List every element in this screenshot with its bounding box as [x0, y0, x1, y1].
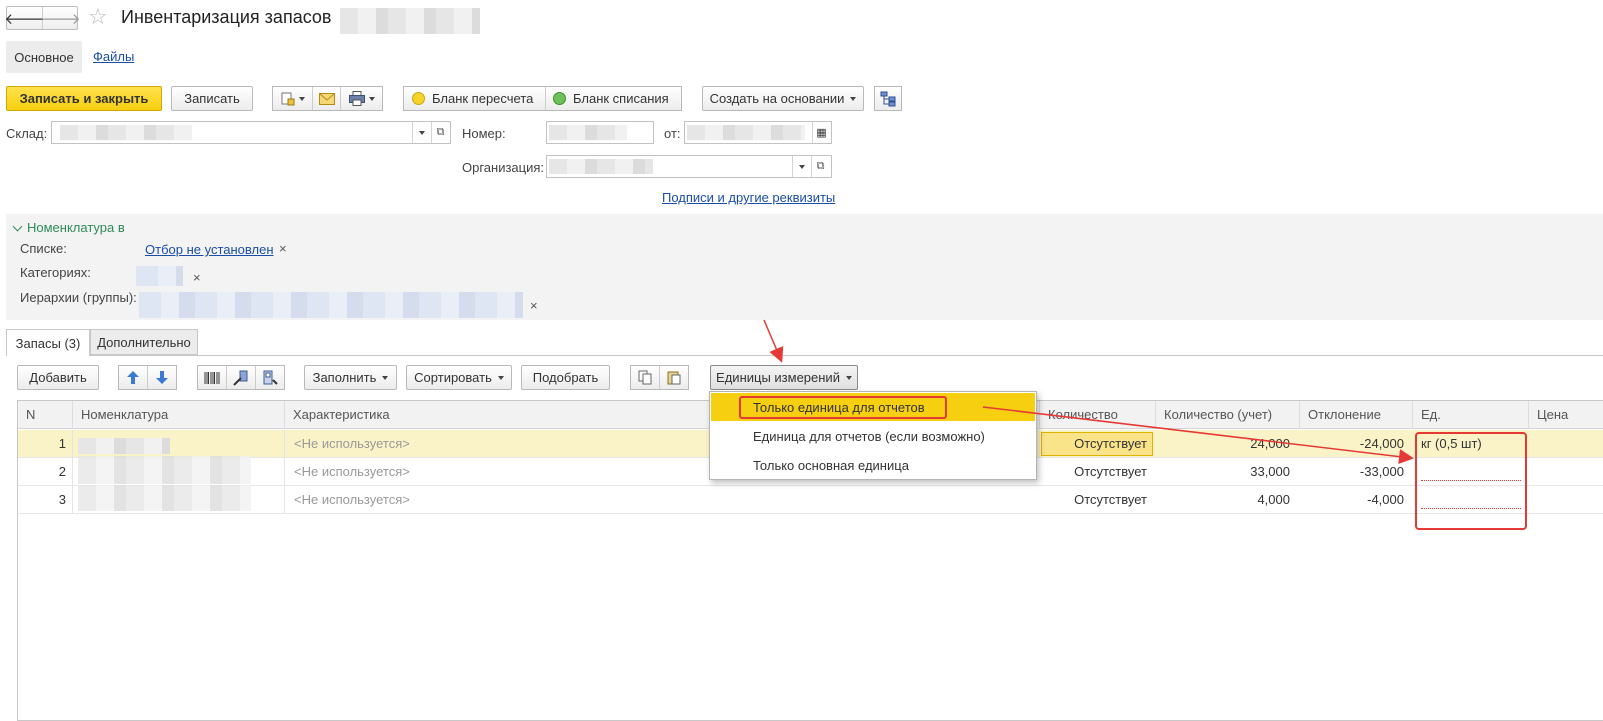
annotation-arrows — [763, 319, 1414, 465]
annotation-arrow-to-unit-column — [982, 406, 1414, 465]
annotation-arrow-to-units-button — [763, 319, 784, 363]
